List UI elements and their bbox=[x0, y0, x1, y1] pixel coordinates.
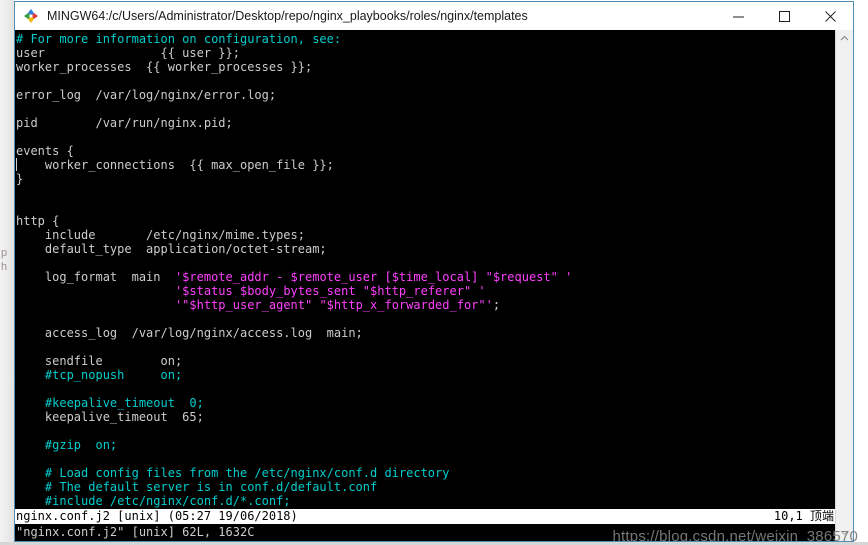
vim-status-position: 10,1 顶端 bbox=[773, 509, 834, 523]
terminal-line: '"$http_user_agent" "$http_x_forwarded_f… bbox=[15, 298, 835, 312]
terminal-span: user {{ user }}; bbox=[16, 46, 240, 60]
minimize-button[interactable] bbox=[715, 2, 761, 30]
terminal-span: # For more information on configuration,… bbox=[16, 32, 342, 46]
screenshot-root: p h MINGW64:/c/Users/Administrator/Deskt… bbox=[0, 0, 868, 545]
terminal-line: pid /var/run/nginx.pid; bbox=[15, 116, 835, 130]
terminal-span: error_log /var/log/nginx/error.log; bbox=[16, 88, 277, 102]
scrollbar-track[interactable] bbox=[836, 47, 853, 524]
title-bar[interactable]: MINGW64:/c/Users/Administrator/Desktop/r… bbox=[15, 2, 853, 30]
terminal-line: # Load config files from the /etc/nginx/… bbox=[15, 466, 835, 480]
terminal-span: worker_processes {{ worker_processes }}; bbox=[16, 60, 313, 74]
maximize-button[interactable] bbox=[761, 2, 807, 30]
terminal-span: log_format main bbox=[16, 270, 175, 284]
terminal-span: # Load config files from the /etc/nginx/… bbox=[16, 466, 450, 480]
terminal-span: '"$http_user_agent" "$http_x_forwarded_f… bbox=[174, 298, 493, 312]
terminal-span: #tcp_nopush on; bbox=[16, 368, 183, 382]
terminal-line: access_log /var/log/nginx/access.log mai… bbox=[15, 326, 835, 340]
terminal-line: worker_connections {{ max_open_file }}; bbox=[15, 158, 835, 172]
terminal-line: log_format main '$remote_addr - $remote_… bbox=[15, 270, 835, 284]
terminal-span: access_log /var/log/nginx/access.log mai… bbox=[16, 326, 363, 340]
chevron-down-icon[interactable] bbox=[836, 524, 853, 541]
terminal-line: events { bbox=[15, 144, 835, 158]
window-title: MINGW64:/c/Users/Administrator/Desktop/r… bbox=[47, 9, 528, 23]
terminal-span: worker_connections {{ max_open_file }}; bbox=[16, 158, 334, 172]
terminal-line: http { bbox=[15, 214, 835, 228]
terminal-span: '$remote_addr - $remote_user [$time_loca… bbox=[174, 270, 573, 284]
terminal-line: #keepalive_timeout 0; bbox=[15, 396, 835, 410]
terminal-line: # The default server is in conf.d/defaul… bbox=[15, 480, 835, 494]
background-side-text: p h bbox=[1, 247, 8, 273]
window-controls bbox=[715, 2, 853, 30]
terminal-span bbox=[16, 284, 175, 298]
terminal-line: include /etc/nginx/mime.types; bbox=[15, 228, 835, 242]
terminal-line: error_log /var/log/nginx/error.log; bbox=[15, 88, 835, 102]
terminal-line: #include /etc/nginx/conf.d/*.conf; bbox=[15, 494, 835, 508]
terminal-span: pid /var/run/nginx.pid; bbox=[16, 116, 233, 130]
terminal-span: http { bbox=[16, 214, 60, 228]
terminal-window: MINGW64:/c/Users/Administrator/Desktop/r… bbox=[14, 1, 854, 542]
text-cursor bbox=[16, 158, 17, 171]
terminal-span bbox=[16, 298, 175, 312]
terminal-line: user {{ user }}; bbox=[15, 46, 835, 60]
terminal-span: ; bbox=[492, 298, 501, 312]
terminal-span: events { bbox=[16, 144, 74, 158]
chevron-up-icon[interactable] bbox=[836, 30, 853, 47]
terminal-span: } bbox=[16, 172, 24, 186]
terminal-line: sendfile on; bbox=[15, 354, 835, 368]
terminal-line: #gzip on; bbox=[15, 438, 835, 452]
terminal-span: '$status $body_bytes_sent "$http_referer… bbox=[174, 284, 486, 298]
terminal-span: include /etc/nginx/mime.types; bbox=[16, 228, 305, 242]
vim-status-line: nginx.conf.j2 [unix] (05:27 19/06/2018) … bbox=[15, 509, 835, 524]
vim-editor-screen[interactable]: # For more information on configuration,… bbox=[15, 30, 835, 541]
mintty-icon bbox=[23, 8, 39, 24]
terminal-line: default_type application/octet-stream; bbox=[15, 242, 835, 256]
close-button[interactable] bbox=[807, 2, 853, 30]
terminal-line: # For more information on configuration,… bbox=[15, 32, 835, 46]
terminal-text-buffer: # For more information on configuration,… bbox=[15, 32, 835, 541]
terminal-line: } bbox=[15, 172, 835, 186]
terminal-span: sendfile on; bbox=[16, 354, 183, 368]
vim-status-file-info: nginx.conf.j2 [unix] (05:27 19/06/2018) bbox=[16, 509, 298, 523]
terminal-span: #gzip on; bbox=[16, 438, 118, 452]
terminal-line: #tcp_nopush on; bbox=[15, 368, 835, 382]
terminal-line: keepalive_timeout 65; bbox=[15, 410, 835, 424]
terminal-span: default_type application/octet-stream; bbox=[16, 242, 327, 256]
terminal-scrollbar[interactable] bbox=[835, 30, 853, 541]
terminal-span: #keepalive_timeout 0; bbox=[16, 396, 204, 410]
vim-command-line: "nginx.conf.j2" [unix] 62L, 1632C bbox=[15, 524, 835, 540]
terminal-line: '$status $body_bytes_sent "$http_referer… bbox=[15, 284, 835, 298]
terminal-area: # For more information on configuration,… bbox=[15, 30, 853, 541]
terminal-line: worker_processes {{ worker_processes }}; bbox=[15, 60, 835, 74]
terminal-span: #include /etc/nginx/conf.d/*.conf; bbox=[16, 494, 291, 508]
terminal-span: keepalive_timeout 65; bbox=[16, 410, 204, 424]
terminal-span: # The default server is in conf.d/defaul… bbox=[16, 480, 378, 494]
